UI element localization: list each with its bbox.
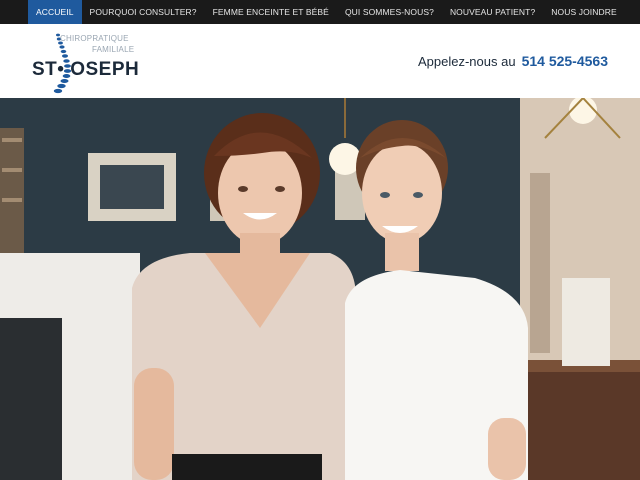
logo-brand-name: ST• OSEPH: [32, 59, 140, 80]
logo-tagline-chiropratique: CHIROPRATIQUE: [60, 34, 129, 43]
phone-contact: Appelez-nous au 514 525-4563: [418, 53, 608, 69]
logo-tagline-familiale: FAMILIALE: [92, 45, 135, 54]
site-header: CHIROPRATIQUE FAMILIALE ST• OSEPH Appele…: [0, 24, 640, 98]
main-navigation: ACCUEIL POURQUOI CONSULTER? FEMME ENCEIN…: [0, 0, 640, 24]
nav-item-qui-sommes-nous[interactable]: QUI SOMMES-NOUS?: [337, 0, 442, 24]
nav-item-nous-joindre[interactable]: NOUS JOINDRE: [543, 0, 624, 24]
nav-item-nouveau-patient[interactable]: NOUVEAU PATIENT?: [442, 0, 543, 24]
nav-item-accueil[interactable]: ACCUEIL: [28, 0, 82, 24]
phone-number-link[interactable]: 514 525-4563: [522, 53, 608, 69]
hero-banner: [0, 98, 640, 480]
nav-item-pourquoi-consulter[interactable]: POURQUOI CONSULTER?: [82, 0, 205, 24]
hero-photo: [0, 98, 640, 480]
site-logo[interactable]: CHIROPRATIQUE FAMILIALE ST• OSEPH: [32, 31, 142, 95]
phone-label: Appelez-nous au: [418, 54, 516, 69]
nav-item-femme-enceinte[interactable]: FEMME ENCEINTE ET BÉBÉ: [205, 0, 337, 24]
